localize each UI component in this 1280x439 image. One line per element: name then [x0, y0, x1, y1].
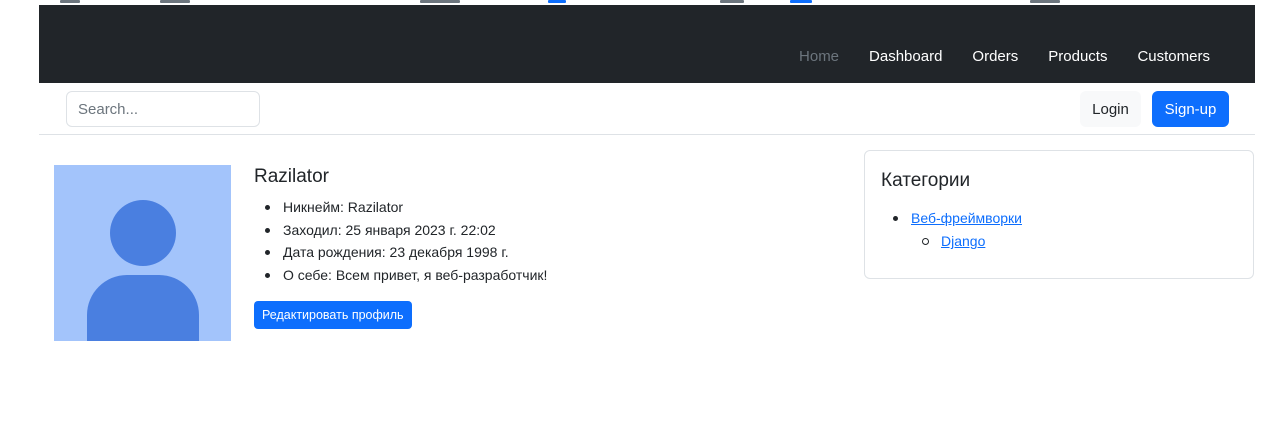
avatar-body-shape	[87, 275, 199, 341]
profile-details-list: Никнейм: Razilator Заходил: 25 января 20…	[254, 196, 834, 286]
profile-detail-last-seen: Заходил: 25 января 2023 г. 22:02	[254, 219, 834, 242]
categories-card: Категории Веб-фреймворки Django	[864, 150, 1254, 279]
nav-link-home[interactable]: Home	[784, 47, 854, 67]
search-input[interactable]	[66, 91, 260, 127]
login-button[interactable]: Login	[1080, 91, 1141, 127]
category-link-web-frameworks[interactable]: Веб-фреймворки	[911, 210, 1022, 226]
profile-detail-birthday: Дата рождения: 23 декабря 1998 г.	[254, 241, 834, 264]
nav-link-orders[interactable]: Orders	[957, 47, 1033, 67]
profile-info: Razilator Никнейм: Razilator Заходил: 25…	[254, 166, 834, 329]
nav-link-products[interactable]: Products	[1033, 47, 1122, 67]
avatar-head-shape	[110, 200, 176, 266]
strip-fragment	[790, 0, 812, 3]
strip-fragment	[60, 0, 80, 3]
categories-list: Веб-фреймворки Django	[881, 207, 1022, 253]
profile-username: Razilator	[254, 166, 329, 187]
user-avatar-icon	[54, 165, 231, 341]
search-toolbar: Login Sign-up	[39, 83, 1255, 135]
strip-fragment	[548, 0, 566, 3]
profile-detail-about: О себе: Всем привет, я веб-разработчик!	[254, 264, 834, 287]
category-link-django[interactable]: Django	[941, 233, 985, 249]
nav-link-dashboard[interactable]: Dashboard	[854, 47, 957, 67]
strip-fragment	[420, 0, 460, 3]
top-navbar: Home Dashboard Orders Products Customers	[39, 5, 1255, 83]
strip-fragment	[160, 0, 190, 3]
nav-links: Home Dashboard Orders Products Customers	[784, 47, 1225, 67]
strip-fragment	[1030, 0, 1060, 3]
profile-detail-nickname: Никнейм: Razilator	[254, 196, 834, 219]
signup-button[interactable]: Sign-up	[1152, 91, 1229, 127]
subcategory-item: Django	[881, 230, 1022, 253]
category-item: Веб-фреймворки	[881, 207, 1022, 230]
edit-profile-button[interactable]: Редактировать профиль	[254, 301, 412, 329]
categories-title: Категории	[881, 170, 971, 191]
strip-fragment	[720, 0, 744, 3]
nav-link-customers[interactable]: Customers	[1122, 47, 1225, 67]
